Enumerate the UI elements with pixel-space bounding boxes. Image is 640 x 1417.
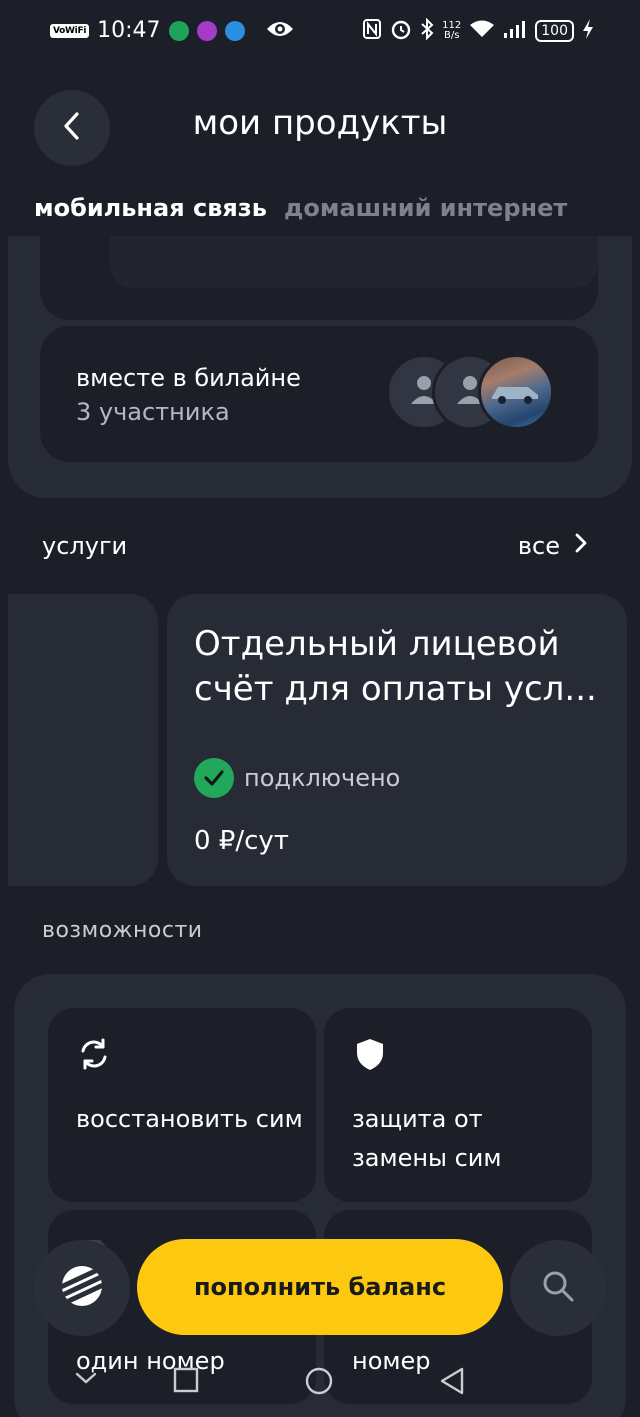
bluetooth-icon — [420, 17, 434, 44]
services-title: услуги — [42, 532, 128, 560]
beeline-logo-button[interactable] — [34, 1240, 130, 1336]
shield-icon — [352, 1036, 388, 1076]
clock: 10:47 — [97, 18, 161, 43]
products-container: вместе в билайне 3 участника — [8, 236, 632, 498]
nav-back-icon[interactable] — [438, 1366, 466, 1400]
features-container: восстановить сим защита от замены сим од… — [14, 974, 626, 1417]
service-price: 0 ₽/сут — [194, 826, 289, 856]
signal-icon — [503, 19, 527, 43]
service-status: подключено — [194, 758, 400, 798]
battery-indicator: 100 — [535, 20, 574, 42]
feature-label: восстановить сим — [76, 1105, 303, 1133]
nav-recents-icon[interactable] — [172, 1366, 200, 1398]
page-title: мои продукты — [192, 103, 448, 143]
nav-collapse-icon[interactable] — [74, 1366, 98, 1394]
together-card[interactable]: вместе в билайне 3 участника — [40, 326, 598, 462]
net-speed-unit: B/s — [443, 30, 460, 41]
telegram-notification-icon — [224, 20, 245, 41]
wifi-icon — [469, 19, 495, 43]
services-all-label: все — [517, 532, 560, 560]
service-card[interactable]: Отдельный лицевой счёт для оплаты усл...… — [167, 594, 627, 886]
service-name: Отдельный лицевой счёт для оплаты усл... — [194, 624, 597, 709]
check-icon — [194, 758, 234, 798]
nav-home-icon[interactable] — [304, 1366, 334, 1400]
feature-restore-sim[interactable]: восстановить сим — [48, 1008, 316, 1202]
status-bar-left: VoWiFi 10:47 — [50, 18, 295, 43]
car-photo-icon — [488, 375, 544, 409]
participant-avatar-photo — [478, 354, 554, 430]
search-button[interactable] — [510, 1240, 606, 1336]
beeline-logo-icon — [60, 1264, 104, 1312]
features-title: возможности — [42, 918, 203, 943]
feature-sim-swap-protection[interactable]: защита от замены сим — [324, 1008, 592, 1202]
feature-label: защита от замены сим — [352, 1105, 502, 1172]
product-card-previous-inner — [110, 236, 598, 288]
tab-mobile[interactable]: мобильная связь — [34, 194, 267, 222]
services-all-link[interactable]: все — [518, 532, 588, 560]
refresh-icon — [76, 1036, 112, 1076]
search-icon — [541, 1269, 575, 1307]
product-card-previous[interactable] — [40, 236, 598, 320]
together-participants: 3 участника — [76, 398, 230, 426]
status-bar: VoWiFi 10:47 112 B/s 100 — [0, 0, 640, 64]
chevron-right-icon — [574, 532, 588, 560]
eye-icon — [265, 19, 295, 43]
service-card-previous[interactable] — [8, 594, 158, 886]
net-speed: 112 B/s — [442, 21, 461, 41]
screen: VoWiFi 10:47 112 B/s 100 мои продукты мо… — [0, 0, 640, 1417]
tab-home-internet[interactable]: домашний интернет — [284, 194, 567, 222]
charging-icon — [582, 18, 594, 44]
system-nav-bar — [0, 1360, 640, 1417]
vowifi-badge: VoWiFi — [50, 23, 90, 38]
nfc-icon — [362, 18, 382, 44]
status-bar-right: 112 B/s 100 — [362, 17, 594, 44]
together-title: вместе в билайне — [76, 364, 301, 392]
app-notification-icon — [168, 20, 189, 41]
topup-balance-button[interactable]: пополнить баланс — [137, 1239, 503, 1335]
ozon-notification-icon — [196, 20, 217, 41]
service-status-label: подключено — [244, 764, 401, 792]
alarm-icon — [390, 18, 412, 44]
